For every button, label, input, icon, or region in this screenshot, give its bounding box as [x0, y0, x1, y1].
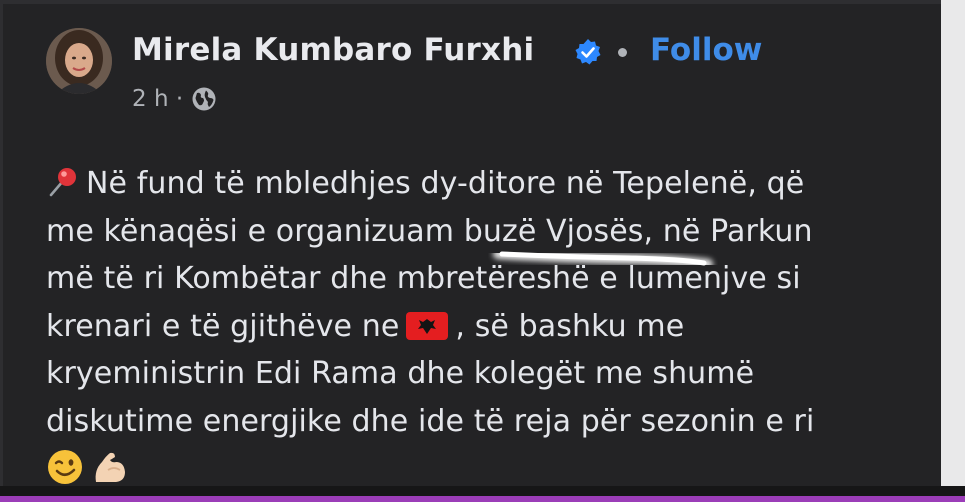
winking-face-emoji-icon: [48, 450, 82, 484]
timestamp[interactable]: 2 h ·: [132, 86, 183, 112]
post-text-line-4b: , së bashku me: [455, 308, 685, 344]
post-body: Në fund të mbledhjes dy-ditore në Tepele…: [46, 160, 916, 493]
post-line: krenari e të gjithëve ne , së bashku me: [46, 303, 916, 351]
post-line: [46, 445, 916, 493]
bottom-accent-bar: [0, 496, 965, 502]
post-line: Në fund të mbledhjes dy-ditore në Tepele…: [46, 160, 916, 208]
post-meta: 2 h ·: [132, 86, 217, 112]
follow-button[interactable]: Follow: [650, 32, 762, 68]
avatar[interactable]: [46, 28, 112, 94]
author-name[interactable]: Mirela Kumbaro Furxhi: [132, 32, 534, 68]
post-text-line-1: Në fund të mbledhjes dy-ditore në Tepele…: [86, 166, 805, 201]
verified-badge-icon: [575, 39, 601, 65]
post-text-line-5: kryeministrin Edi Rama dhe kolegët me sh…: [46, 356, 755, 391]
post-text-line-2: me kënaqësi e organizuam buzë Vjosës, në…: [46, 213, 813, 249]
globe-icon: [192, 87, 216, 111]
separator-dot: [618, 48, 627, 57]
right-edge-strip: [941, 0, 965, 502]
post-header: Mirela Kumbaro Furxhi Follow 2 h ·: [46, 26, 906, 112]
albania-flag-emoji-icon: [406, 311, 449, 340]
post-text-line-3: më të ri Kombëtar dhe mbretëreshë e lume…: [46, 261, 801, 296]
post-text-line-6: diskutime energjike dhe ide të reja për …: [46, 403, 815, 439]
post-text-line-4a: krenari e të gjithëve ne: [46, 308, 400, 344]
round-pushpin-emoji-icon: [49, 168, 76, 197]
flexed-biceps-emoji-icon: [95, 452, 125, 482]
